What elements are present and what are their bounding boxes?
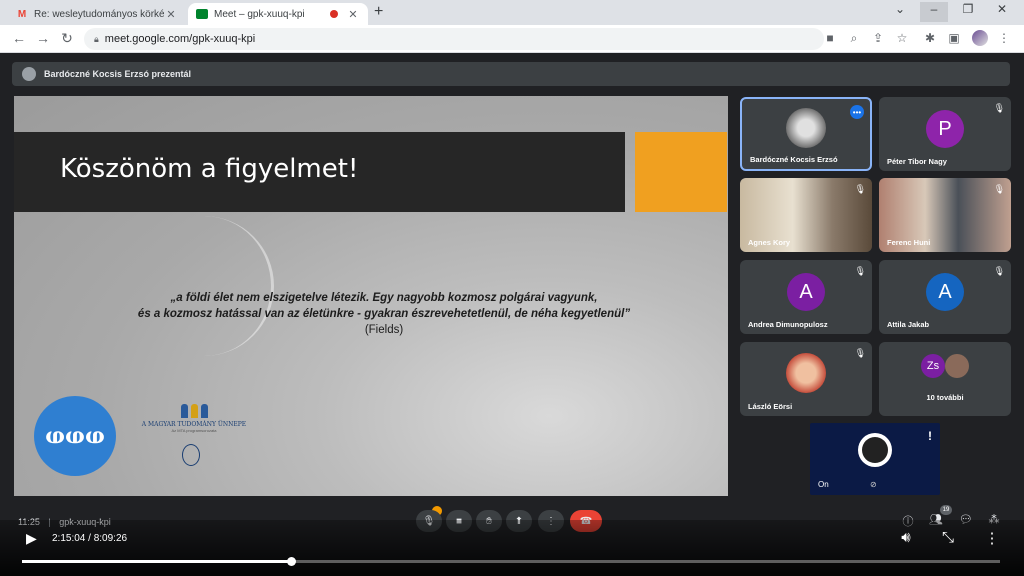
quote-source: (Fields) bbox=[364, 324, 404, 336]
new-tab-button[interactable]: + bbox=[374, 3, 383, 21]
close-icon[interactable]: ✕ bbox=[164, 8, 178, 21]
avatar: P bbox=[926, 110, 964, 148]
progress-bar[interactable] bbox=[22, 557, 1000, 566]
presenter-text: Bardóczné Kocsis Erzsó prezentál bbox=[44, 69, 192, 79]
avatar bbox=[786, 108, 826, 148]
camera-icon[interactable]: ■ bbox=[822, 31, 838, 45]
participant-tile[interactable]: ••• Bardóczné Kocsis Erzsó bbox=[740, 97, 872, 171]
browser-toolbar: ← → ↻ 🔒︎ meet.google.com/gpk-xuuq-kpi ■ … bbox=[0, 25, 1024, 53]
university-logo: ⱷⱷⱷ bbox=[34, 396, 116, 476]
tab-meet[interactable]: Meet – gpk-xuuq-kpi ✕ bbox=[188, 3, 368, 25]
window-close-button[interactable]: ✕ bbox=[988, 2, 1016, 16]
participant-name: Agnes Kory bbox=[748, 238, 791, 247]
mic-off-icon: 🎙︎ bbox=[854, 266, 866, 276]
progress-knob[interactable] bbox=[286, 557, 296, 566]
mic-off-icon: 🎙︎ bbox=[854, 348, 866, 358]
participant-tile[interactable]: 🎙︎ László Eörsi bbox=[740, 342, 872, 416]
avatar bbox=[22, 67, 36, 81]
quote-line: és a kozmosz hatással van az életünkre -… bbox=[137, 308, 631, 320]
mic-off-icon: 🎙︎ bbox=[993, 184, 1005, 194]
more-vert-icon[interactable]: ⋮ bbox=[982, 529, 1002, 547]
back-arrow-icon[interactable]: ← bbox=[10, 30, 28, 46]
slide-quote: „a földi élet nem elszigetelve létezik. … bbox=[74, 290, 694, 338]
obs-virtual-camera-popup[interactable]: ! On ⊘ bbox=[810, 423, 940, 495]
star-icon[interactable]: ☆ bbox=[894, 31, 910, 45]
meet-icon bbox=[196, 9, 208, 19]
maximize-button[interactable]: ❐ bbox=[954, 2, 982, 16]
chevron-down-icon[interactable]: ⌄ bbox=[886, 2, 914, 16]
more-participants-count: 10 további bbox=[926, 393, 964, 402]
camera-off-icon: ⊘ bbox=[870, 480, 877, 489]
slide-title: Köszönöm a figyelmet! bbox=[60, 154, 359, 184]
tab-gmail[interactable]: M Re: wesleytudományos körkép e... ✕ bbox=[8, 3, 186, 25]
play-icon[interactable]: ▶ bbox=[26, 530, 37, 547]
mic-off-icon: 🎙︎ bbox=[993, 266, 1005, 276]
more-participants-tile[interactable]: Zs 10 további bbox=[879, 342, 1011, 416]
mic-off-icon: 🎙︎ bbox=[854, 184, 866, 194]
url-text: meet.google.com/gpk-xuuq-kpi bbox=[104, 33, 256, 45]
browser-window: M Re: wesleytudományos körkép e... ✕ Mee… bbox=[0, 0, 1024, 576]
obs-status: On bbox=[818, 480, 829, 489]
logo-subtext: Az MTA programsorozata bbox=[171, 428, 217, 433]
gmail-icon: M bbox=[17, 8, 27, 20]
participant-tile[interactable]: P 🎙︎ Péter Tibor Nagy bbox=[879, 97, 1011, 171]
extensions-icon[interactable]: ✱ bbox=[922, 31, 938, 45]
minimize-button[interactable]: – bbox=[920, 2, 948, 22]
presentation-slide: Köszönöm a figyelmet! „a földi élet nem … bbox=[14, 96, 728, 496]
participant-name: Attila Jakab bbox=[887, 320, 930, 329]
participant-tile[interactable]: 🎙︎ Ferenc Huni bbox=[879, 178, 1011, 252]
presenter-bar: Bardóczné Kocsis Erzsó prezentál bbox=[12, 62, 1010, 86]
participant-name: Péter Tibor Nagy bbox=[887, 157, 947, 166]
sidepanel-icon[interactable]: ▣ bbox=[946, 31, 962, 45]
quote-line: „a földi élet nem elszigetelve létezik. … bbox=[170, 292, 598, 304]
avatar bbox=[945, 354, 969, 378]
avatar: Zs bbox=[921, 354, 945, 378]
share-icon[interactable]: ⇪ bbox=[870, 31, 886, 45]
participant-tile[interactable]: A 🎙︎ Attila Jakab bbox=[879, 260, 1011, 334]
avatar bbox=[786, 353, 826, 393]
more-options-icon[interactable]: ••• bbox=[850, 105, 864, 119]
mic-off-icon: 🎙︎ bbox=[993, 103, 1005, 113]
participant-tile[interactable]: A 🎙︎ Andrea Dimunopulosz bbox=[740, 260, 872, 334]
lock-icon: 🔒︎ bbox=[94, 33, 99, 44]
participant-name: László Eörsi bbox=[748, 402, 793, 411]
profile-avatar[interactable] bbox=[972, 30, 988, 46]
progress-fill bbox=[22, 560, 291, 563]
participant-name: Ferenc Huni bbox=[887, 238, 931, 247]
alert-icon: ! bbox=[928, 429, 932, 443]
forward-arrow-icon[interactable]: → bbox=[34, 30, 52, 46]
recording-icon bbox=[330, 10, 338, 18]
playback-time: 2:15:04 / 8:09:26 bbox=[52, 533, 128, 544]
video-player-controls: ▶ 2:15:04 / 8:09:26 🔊︎ ⤡ ⋮ bbox=[0, 520, 1024, 576]
address-bar[interactable]: 🔒︎ meet.google.com/gpk-xuuq-kpi bbox=[84, 28, 824, 50]
logo-text: A MAGYAR TUDOMÁNY ÜNNEPE bbox=[141, 421, 247, 428]
avatar: A bbox=[926, 273, 964, 311]
tab-title: Re: wesleytudományos körkép e... bbox=[34, 8, 164, 20]
obs-logo-icon bbox=[858, 433, 892, 467]
zoom-icon[interactable]: ⌕ bbox=[846, 31, 862, 46]
exit-fullscreen-icon[interactable]: ⤡ bbox=[938, 529, 958, 546]
logo-bars bbox=[134, 404, 254, 418]
avatar: A bbox=[787, 273, 825, 311]
meet-area: Bardóczné Kocsis Erzsó prezentál Köszönö… bbox=[0, 54, 1024, 576]
close-icon[interactable]: ✕ bbox=[346, 8, 360, 21]
tab-title: Meet – gpk-xuuq-kpi bbox=[214, 8, 305, 20]
participant-name: Bardóczné Kocsis Erzsó bbox=[750, 155, 838, 164]
tab-strip: M Re: wesleytudományos körkép e... ✕ Mee… bbox=[0, 0, 1024, 25]
volume-icon[interactable]: 🔊︎ bbox=[896, 529, 916, 546]
participant-tile[interactable]: 🎙︎ Agnes Kory bbox=[740, 178, 872, 252]
people-count-badge: 19 bbox=[940, 505, 952, 515]
participant-name: Andrea Dimunopulosz bbox=[748, 320, 828, 329]
menu-icon[interactable]: ⋮ bbox=[996, 31, 1012, 45]
slide-accent-block bbox=[635, 132, 727, 212]
mtu-logo: A MAGYAR TUDOMÁNY ÜNNEPE Az MTA programs… bbox=[134, 404, 254, 433]
reload-icon[interactable]: ↻ bbox=[58, 30, 76, 47]
mta-coin-logo bbox=[182, 444, 200, 466]
